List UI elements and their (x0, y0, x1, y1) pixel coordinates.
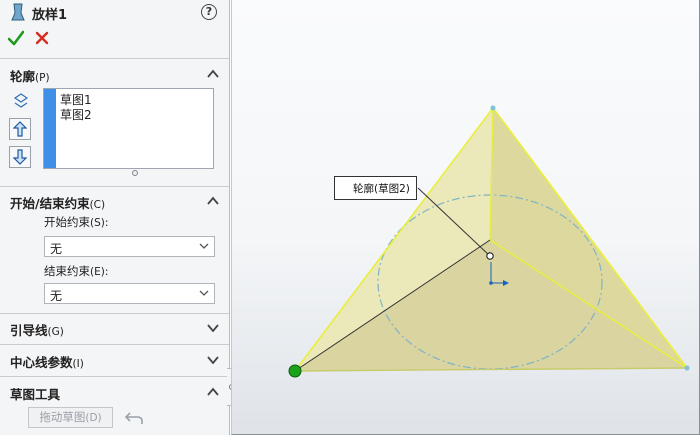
divider (0, 186, 229, 187)
end-constraint-label: 结束约束(E): (44, 264, 109, 278)
selection-profile-icon (13, 93, 29, 108)
section-sketch-tools-header[interactable]: 草图工具 (0, 381, 229, 403)
section-profiles-header[interactable]: 轮廓(P) (0, 63, 229, 85)
section-title: 草图工具 (10, 387, 61, 402)
arrow-down-icon (13, 149, 27, 165)
start-constraint-label: 开始约束(S): (44, 215, 109, 229)
profile-list[interactable]: 草图1 草图2 (43, 88, 214, 169)
chevron-up-icon (207, 387, 219, 396)
start-point-marker[interactable] (288, 364, 302, 378)
chevron-up-icon (207, 196, 219, 205)
profile-callout[interactable]: 轮廓(草图2) (334, 176, 417, 200)
chevron-down-icon (207, 356, 219, 364)
undo-icon[interactable] (124, 409, 144, 426)
section-title: 引导线(G) (10, 323, 64, 338)
divider (0, 376, 229, 377)
move-down-button[interactable] (9, 146, 31, 168)
section-title: 开始/结束约束(C) (10, 196, 106, 211)
drag-sketch-button[interactable]: 拖动草图(D) (28, 407, 113, 428)
callout-label: 轮廓(草图2) (353, 183, 410, 195)
section-guides-header[interactable]: 引导线(G) (0, 317, 229, 339)
section-start-end-header[interactable]: 开始/结束约束(C) (0, 190, 229, 212)
list-resize-handle[interactable] (132, 170, 138, 176)
loft-icon (11, 3, 25, 21)
start-constraint-select[interactable]: 无 (44, 236, 215, 257)
move-up-button[interactable] (9, 118, 31, 140)
end-constraint-select[interactable]: 无 (44, 283, 215, 304)
callout-anchor (486, 252, 494, 260)
chevron-up-icon (207, 69, 219, 78)
graphics-area[interactable]: 轮廓(草图2) (231, 0, 700, 435)
origin-point (489, 281, 493, 285)
help-icon[interactable]: ? (201, 4, 217, 20)
checkmark-icon[interactable] (8, 30, 24, 46)
chevron-down-icon (207, 324, 219, 332)
divider (0, 344, 229, 345)
property-manager: 放样1 ? 轮廓(P) 草图1 草图2 开始/结束约束(C) 开始约束(S): … (0, 0, 230, 435)
selection-color-bar (44, 89, 56, 168)
close-icon[interactable] (35, 31, 49, 45)
list-item[interactable]: 草图2 (60, 106, 92, 123)
select-value: 无 (50, 289, 63, 303)
section-title: 轮廓(P) (10, 69, 50, 84)
arrow-up-icon (13, 121, 27, 137)
select-value: 无 (50, 242, 63, 256)
feature-title: 放样1 (32, 8, 68, 23)
chevron-down-icon (199, 290, 209, 296)
section-title: 中心线参数(I) (10, 355, 84, 370)
section-centerline-header[interactable]: 中心线参数(I) (0, 349, 229, 371)
vertex-point (684, 365, 690, 371)
feature-title-bar: 放样1 ? (0, 0, 230, 26)
divider (0, 313, 229, 314)
model-view (288, 105, 690, 378)
chevron-down-icon (199, 243, 209, 249)
divider (0, 58, 229, 59)
vertex-point (490, 105, 496, 111)
